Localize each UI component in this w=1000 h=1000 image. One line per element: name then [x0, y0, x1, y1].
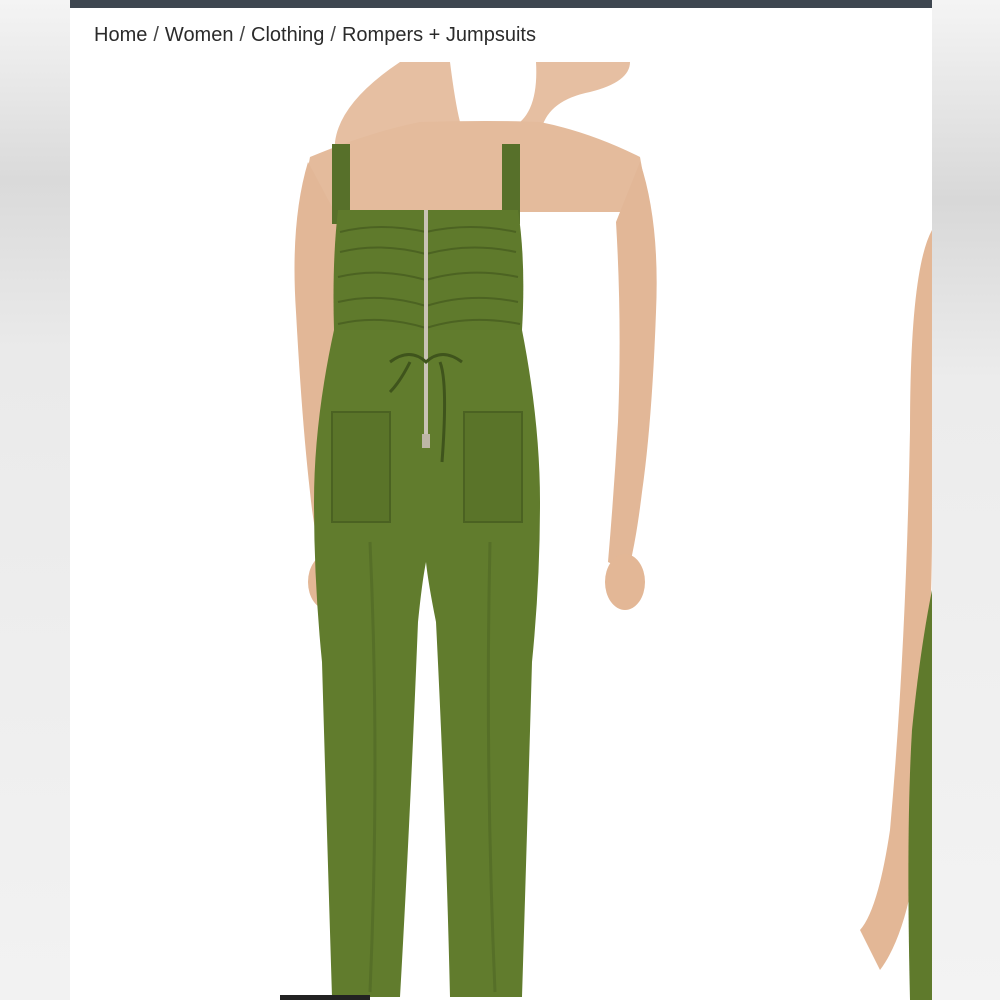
- left-pocket: [331, 411, 391, 523]
- next-product-image[interactable]: [850, 230, 932, 1000]
- product-page: Home / Women / Clothing / Rompers + Jumpsuits: [70, 0, 932, 1000]
- breadcrumb-women[interactable]: Women: [165, 24, 234, 46]
- breadcrumb-separator: /: [330, 24, 336, 46]
- model-right-arm: [608, 162, 657, 572]
- right-pocket: [463, 411, 523, 523]
- right-backdrop: [932, 0, 1000, 1000]
- product-image[interactable]: [70, 62, 932, 1000]
- breadcrumb-separator: /: [153, 24, 159, 46]
- top-bar: [70, 0, 932, 8]
- zipper-pull: [422, 434, 430, 448]
- model-right-hand: [605, 554, 645, 610]
- breadcrumb-clothing[interactable]: Clothing: [251, 24, 324, 46]
- breadcrumb-home[interactable]: Home: [94, 24, 147, 46]
- carousel-indicator[interactable]: [280, 995, 370, 1000]
- breadcrumb: Home / Women / Clothing / Rompers + Jumpsuits: [94, 24, 536, 47]
- breadcrumb-rompers-jumpsuits[interactable]: Rompers + Jumpsuits: [342, 24, 536, 46]
- left-backdrop: [0, 0, 70, 1000]
- breadcrumb-separator: /: [239, 24, 246, 46]
